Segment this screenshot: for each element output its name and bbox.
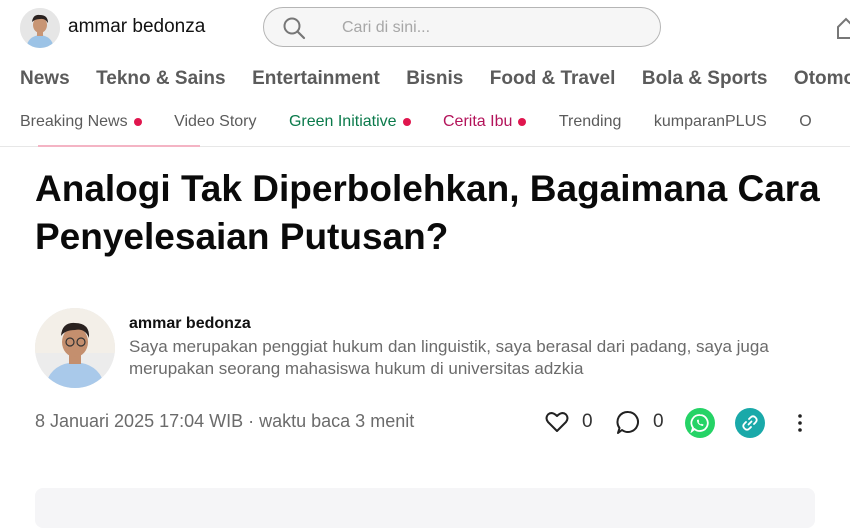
whatsapp-share-button[interactable] bbox=[685, 408, 715, 438]
subnav-label: Cerita Ibu bbox=[443, 113, 513, 130]
avatar[interactable] bbox=[20, 8, 60, 48]
article-meta: 8 Januari 2025 17:04 WIB · waktu baca 3 … bbox=[35, 411, 415, 431]
search-bar[interactable] bbox=[263, 7, 661, 48]
subnav-trending[interactable]: Trending bbox=[559, 113, 622, 131]
subnav-label: Video Story bbox=[174, 113, 257, 130]
subnav-cerita-ibu[interactable]: Cerita Ibu bbox=[443, 113, 527, 131]
heart-icon[interactable] bbox=[544, 409, 570, 435]
live-dot-icon bbox=[518, 118, 527, 126]
subnav-label: Breaking News bbox=[20, 113, 128, 130]
username[interactable]: ammar bedonza bbox=[68, 16, 205, 38]
search-icon[interactable] bbox=[282, 16, 306, 40]
subnav-label: kumparanPLUS bbox=[653, 113, 767, 130]
subnav-label: Trending bbox=[558, 113, 622, 130]
like-count: 0 bbox=[582, 411, 593, 432]
author-bio: Saya merupakan penggiat hukum dan lingui… bbox=[129, 337, 769, 378]
subnav-kumparanplus[interactable]: kumparanPLUS bbox=[654, 113, 767, 131]
comment-count: 0 bbox=[653, 411, 664, 432]
link-icon bbox=[742, 415, 758, 431]
author-avatar[interactable] bbox=[35, 308, 115, 388]
content-card bbox=[35, 488, 815, 528]
live-dot-icon bbox=[133, 118, 142, 126]
nav-bola-sports[interactable]: Bola & Sports bbox=[642, 68, 768, 90]
comment-icon[interactable] bbox=[615, 409, 642, 436]
nav-entertainment[interactable]: Entertainment bbox=[252, 68, 380, 90]
home-icon[interactable] bbox=[836, 16, 850, 40]
nav-news[interactable]: News bbox=[20, 68, 70, 90]
nav-tekno-sains[interactable]: Tekno & Sains bbox=[96, 68, 226, 90]
nav-food-travel[interactable]: Food & Travel bbox=[490, 68, 616, 90]
nav-bisnis[interactable]: Bisnis bbox=[406, 68, 463, 90]
article-title: Analogi Tak Diperbolehkan, Bagaimana Car… bbox=[35, 168, 820, 257]
nav-otomotif[interactable]: Otomot bbox=[794, 68, 850, 90]
more-vertical-icon[interactable] bbox=[794, 412, 806, 434]
search-input[interactable] bbox=[340, 8, 644, 48]
sub-nav: Breaking News Video Story Green Initiati… bbox=[20, 113, 840, 131]
subnav-green-initiative[interactable]: Green Initiative bbox=[289, 113, 411, 131]
live-dot-icon bbox=[402, 118, 411, 126]
active-indicator bbox=[38, 145, 200, 147]
whatsapp-icon bbox=[690, 414, 709, 433]
subnav-label: Green Initiative bbox=[288, 113, 397, 130]
subnav-more[interactable]: O bbox=[799, 113, 811, 131]
main-nav: News Tekno & Sains Entertainment Bisnis … bbox=[20, 68, 850, 90]
subnav-video-story[interactable]: Video Story bbox=[174, 113, 256, 131]
subnav-label: O bbox=[799, 113, 812, 130]
subnav-breaking-news[interactable]: Breaking News bbox=[20, 113, 142, 131]
author-name[interactable]: ammar bedonza bbox=[129, 315, 251, 333]
copy-link-button[interactable] bbox=[735, 408, 765, 438]
